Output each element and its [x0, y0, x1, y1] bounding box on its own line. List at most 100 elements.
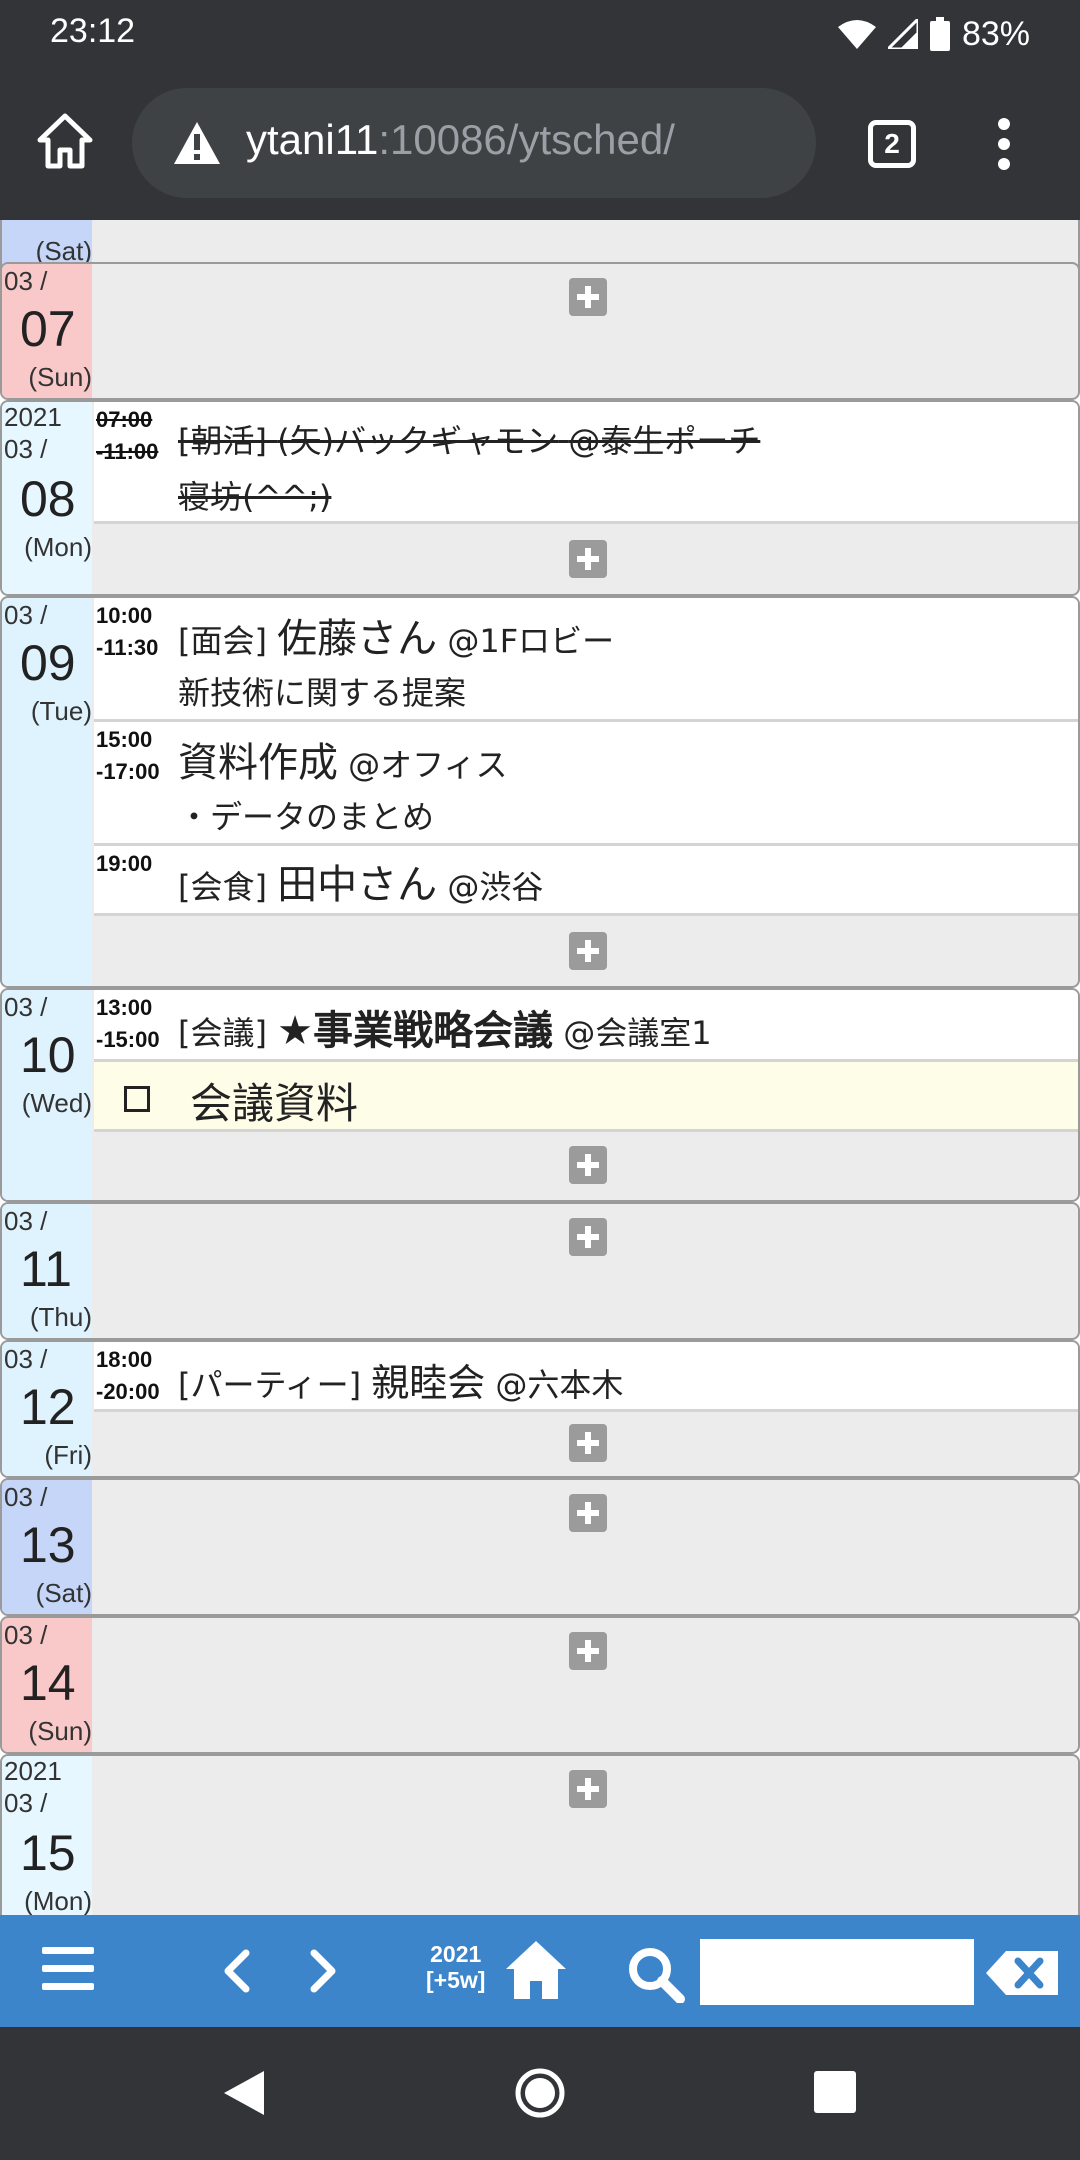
event-place: @1Fロビー	[447, 622, 615, 660]
search-icon[interactable]	[626, 1945, 686, 2003]
home-nav-icon[interactable]	[514, 2067, 566, 2119]
event-start: 13:00	[96, 995, 153, 1020]
day-number: 15	[20, 1825, 76, 1881]
add-event-button[interactable]	[569, 1494, 607, 1532]
more-menu-icon[interactable]	[994, 118, 1014, 174]
event-title: (矢)バックギャモン	[277, 422, 559, 460]
next-week-icon[interactable]	[308, 1949, 338, 1993]
day-number: 11	[20, 1241, 72, 1297]
month-label: 03 /	[4, 1206, 48, 1236]
month-label: 03 /	[4, 992, 48, 1022]
year-range-button[interactable]: 2021 [+5w]	[426, 1941, 485, 1993]
event-start: 15:00	[96, 727, 153, 752]
day-row-0307: 03 / 07 (Sun)	[0, 262, 1080, 400]
day-number: 10	[20, 1027, 76, 1083]
event-category: [朝活]	[178, 422, 267, 460]
event-note: 新技術に関する提案	[178, 674, 467, 712]
event-note: 寝坊(^^;)	[178, 478, 332, 516]
day-row-0314: 03 / 14 (Sun)	[0, 1616, 1080, 1754]
event-category: [会食]	[178, 868, 267, 906]
event-title: 佐藤さん	[277, 616, 438, 662]
weekday-label: (Sun)	[28, 1716, 92, 1746]
day-row-0310: 03 / 10 (Wed) 13:00 -15:00 [会議] ★事業戦略会議 …	[0, 988, 1080, 1202]
event-start: 18:00	[96, 1347, 153, 1372]
event-title: 田中さん	[277, 862, 438, 908]
home-icon[interactable]	[36, 112, 94, 170]
add-event-button[interactable]	[569, 1770, 607, 1808]
month-label: 03 /	[4, 600, 48, 630]
event-end: -15:00	[96, 1027, 160, 1052]
url-host: ytani11	[246, 116, 379, 163]
back-icon[interactable]	[222, 2069, 266, 2117]
system-nav-bar	[0, 2027, 1080, 2160]
add-event-button[interactable]	[569, 278, 607, 316]
event-item[interactable]: 15:00 -17:00 資料作成 @オフィス ・データのまとめ	[94, 722, 1078, 846]
event-title: ★事業戦略会議	[277, 1008, 554, 1054]
battery-icon	[929, 17, 950, 51]
weekday-label: (Fri)	[44, 1440, 92, 1470]
url-text[interactable]: ytani11:10086/ytsched/	[246, 116, 675, 164]
event-place: @六本木	[495, 1366, 624, 1404]
weekday-label: (Tue)	[30, 696, 92, 726]
battery-percent: 83%	[961, 14, 1030, 53]
weekday-label: (Mon)	[24, 1886, 92, 1915]
event-item[interactable]: 07:00 -11:00 [朝活] (矢)バックギャモン @泰生ポーチ 寝坊(^…	[94, 402, 1078, 524]
day-number: 09	[20, 635, 76, 691]
event-place: @会議室1	[563, 1014, 712, 1052]
month-label: 03 /	[4, 434, 48, 464]
weekday-label: (Sat)	[35, 1578, 92, 1608]
clear-input-icon[interactable]	[984, 1949, 1060, 1997]
tab-switcher-button[interactable]: 2	[868, 120, 916, 168]
todo-item[interactable]: 会議資料	[94, 1062, 1078, 1132]
event-title: 親睦会	[371, 1361, 486, 1405]
status-bar: 23:12 83%	[0, 0, 1080, 68]
weekday-label: (Wed)	[21, 1088, 92, 1118]
event-start: 10:00	[96, 603, 153, 628]
address-bar[interactable]: ytani11:10086/ytsched/	[132, 88, 816, 198]
event-title: 資料作成	[178, 740, 338, 786]
day-row-0313: 03 / 13 (Sat)	[0, 1478, 1080, 1616]
add-event-button[interactable]	[569, 1218, 607, 1256]
wifi-icon	[837, 20, 876, 49]
cellular-icon	[887, 19, 918, 49]
event-start: 07:00	[96, 407, 153, 432]
weekday-label: (Sun)	[28, 362, 92, 392]
event-place: @オフィス	[348, 746, 508, 784]
add-event-button[interactable]	[569, 932, 607, 970]
add-event-button[interactable]	[569, 1146, 607, 1184]
day-row-0308: 2021 03 / 08 (Mon) 07:00 -11:00 [朝活] (矢)…	[0, 400, 1080, 596]
today-home-icon[interactable]	[504, 1939, 568, 2001]
event-end: -11:00	[96, 439, 159, 464]
event-category: [面会]	[178, 622, 267, 660]
event-item[interactable]: 13:00 -15:00 [会議] ★事業戦略会議 @会議室1	[94, 990, 1078, 1062]
year-label: 2021	[4, 1756, 62, 1786]
day-number: 12	[20, 1379, 76, 1435]
bottom-app-bar: 2021 [+5w]	[0, 1915, 1080, 2027]
schedule-list: (Sat) 03 / 07 (Sun) 2021 03 / 08 (Mon) 0…	[0, 220, 1080, 1915]
event-item[interactable]: 10:00 -11:30 [面会] 佐藤さん @1Fロビー 新技術に関する提案	[94, 598, 1078, 722]
add-event-button[interactable]	[569, 1424, 607, 1462]
warning-icon[interactable]	[172, 120, 222, 166]
weekday-label: (Thu)	[29, 1302, 92, 1332]
browser-toolbar: ytani11:10086/ytsched/ 2	[0, 68, 1080, 220]
month-label: 03 /	[4, 1788, 48, 1818]
event-note: ・データのまとめ	[178, 798, 435, 836]
add-event-button[interactable]	[569, 540, 607, 578]
hamburger-menu-icon[interactable]	[42, 1947, 94, 1991]
add-event-button[interactable]	[569, 1632, 607, 1670]
event-end: -11:30	[96, 635, 159, 660]
event-place: @渋谷	[447, 868, 544, 906]
todo-checkbox[interactable]	[124, 1086, 150, 1112]
event-place: @泰生ポーチ	[568, 422, 761, 460]
search-input[interactable]	[700, 1939, 974, 2005]
event-item[interactable]: 19:00 [会食] 田中さん @渋谷	[94, 846, 1078, 916]
todo-text: 会議資料	[190, 1079, 359, 1128]
range-label: [+5w]	[426, 1967, 486, 1993]
day-row-0315: 2021 03 / 15 (Mon)	[0, 1754, 1080, 1915]
day-number: 14	[20, 1655, 76, 1711]
month-label: 03 /	[4, 1482, 48, 1512]
weekday-label: (Mon)	[24, 532, 92, 562]
event-item[interactable]: 18:00 -20:00 [パーティー] 親睦会 @六本木	[94, 1342, 1078, 1412]
recents-icon[interactable]	[814, 2071, 856, 2113]
prev-week-icon[interactable]	[222, 1949, 252, 1993]
